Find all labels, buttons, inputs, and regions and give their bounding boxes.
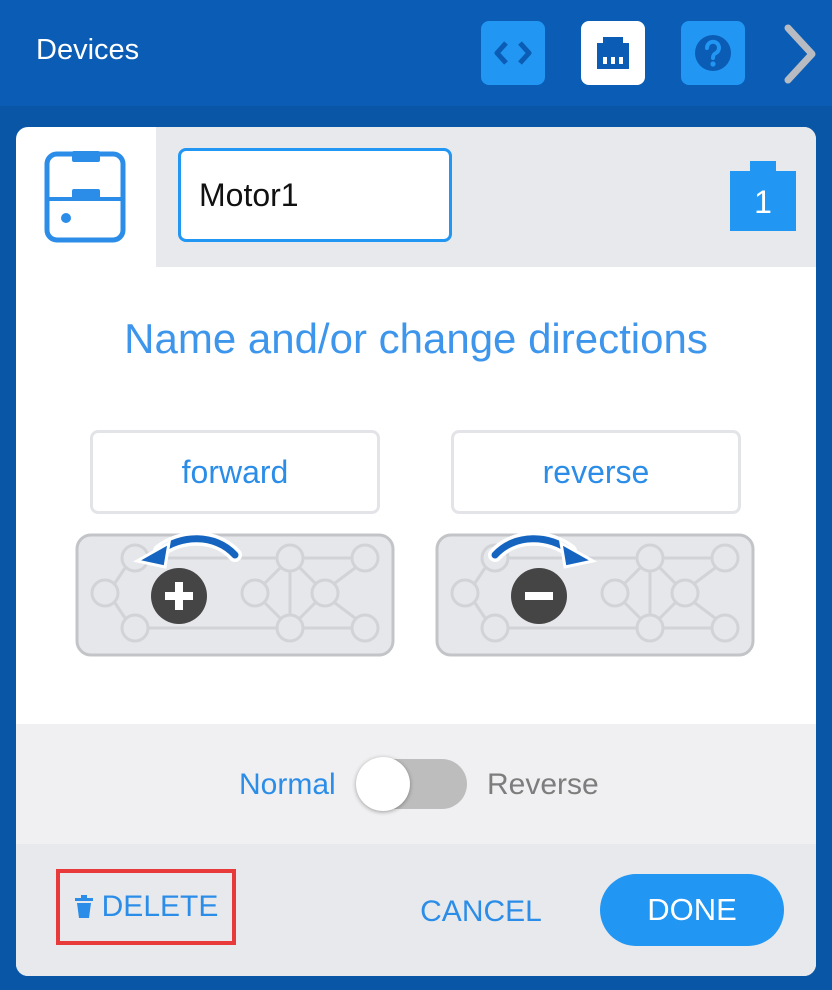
page-title: Devices [36,34,140,66]
next-button[interactable] [780,22,820,91]
forward-direction-diagram [75,533,395,657]
port-number: 1 [754,184,772,220]
motor-device-icon [44,151,126,243]
done-button[interactable]: DONE [600,874,784,946]
direction-heading: Name and/or change directions [124,315,708,362]
trash-icon [74,895,93,918]
forward-label-field[interactable]: forward [90,430,380,514]
device-name-input[interactable] [178,148,452,242]
normal-label: Normal [239,768,336,801]
code-brackets-icon [494,41,532,65]
direction-switch-knob[interactable] [356,757,410,811]
brain-port-icon [597,37,629,69]
delete-label: DELETE [101,890,219,923]
reverse-label-field[interactable]: reverse [451,430,741,514]
reverse-label: Reverse [487,768,599,801]
help-icon [695,35,731,71]
help-button[interactable] [681,21,745,85]
device-dialog: 1 Name and/or change directions forward … [16,127,816,976]
cancel-button[interactable]: CANCEL [406,887,556,937]
code-view-button[interactable] [481,21,545,85]
chevron-right-icon [784,24,816,84]
reverse-direction-diagram [435,533,755,657]
devices-button[interactable] [581,21,645,85]
delete-button[interactable]: DELETE [56,869,236,945]
top-bar: Devices [0,0,832,106]
